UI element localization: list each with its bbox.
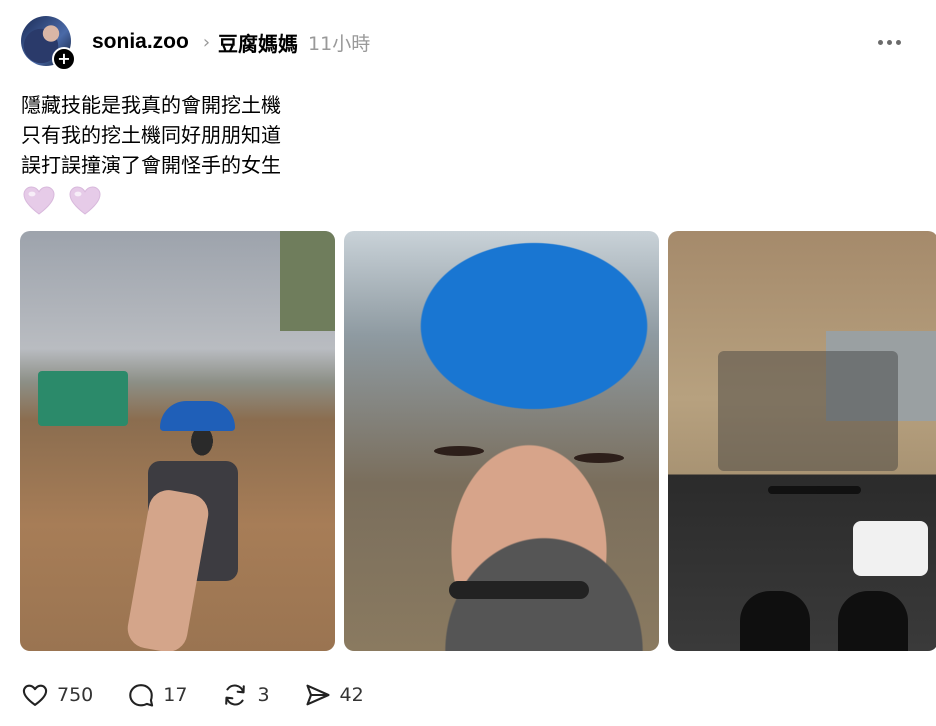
repost-count: 3 [257, 684, 270, 706]
lever [816, 486, 861, 494]
share-button[interactable]: 42 [304, 681, 364, 709]
share-count: 42 [339, 684, 364, 706]
arm [124, 487, 212, 651]
topic-tag-link[interactable]: 豆腐媽媽 [218, 28, 298, 57]
post-header: sonia.zoo › 豆腐媽媽 11小時 [92, 26, 370, 58]
post-line: 只有我的挖土機同好朋朋知道 [21, 123, 281, 147]
photo-excavator-cab-view[interactable] [668, 231, 936, 651]
emoji-row [22, 185, 102, 217]
post-line: 隱藏技能是我真的會開挖土機 [21, 93, 281, 117]
helmet [160, 401, 235, 431]
more-options-icon[interactable] [878, 40, 901, 45]
follow-plus-icon[interactable]: + [52, 47, 76, 71]
post-body: 隱藏技能是我真的會開挖土機 只有我的挖土機同好朋朋知道 誤打誤撞演了會開怪手的女… [21, 90, 281, 180]
plastic-bag [853, 521, 928, 576]
eye [574, 453, 624, 463]
post-line: 誤打誤撞演了會開怪手的女生 [21, 153, 281, 177]
photo-blue-helmet-closeup[interactable] [344, 231, 659, 651]
eye [434, 446, 484, 456]
like-count: 750 [57, 684, 94, 706]
comment-button[interactable]: 17 [127, 681, 187, 709]
heart-icon [23, 186, 55, 215]
heart-icon [69, 186, 101, 215]
leg [838, 591, 908, 651]
workers [718, 351, 898, 471]
building [280, 231, 335, 331]
heart-outline-icon [22, 684, 48, 706]
send-icon [305, 684, 330, 706]
repost-button[interactable]: 3 [221, 681, 270, 709]
excavator [38, 371, 128, 426]
photo-excavator-site-selfie[interactable] [20, 231, 335, 651]
username-link[interactable]: sonia.zoo [92, 30, 189, 54]
comment-icon [129, 684, 154, 707]
action-bar: 750 17 3 42 [21, 680, 398, 710]
like-button[interactable]: 750 [21, 681, 93, 709]
post-time: 11小時 [308, 32, 371, 55]
chevron-right-icon: › [202, 31, 211, 53]
comment-count: 17 [163, 684, 188, 706]
leg [740, 591, 810, 651]
chin-strap [449, 581, 589, 599]
repost-icon [225, 684, 246, 706]
